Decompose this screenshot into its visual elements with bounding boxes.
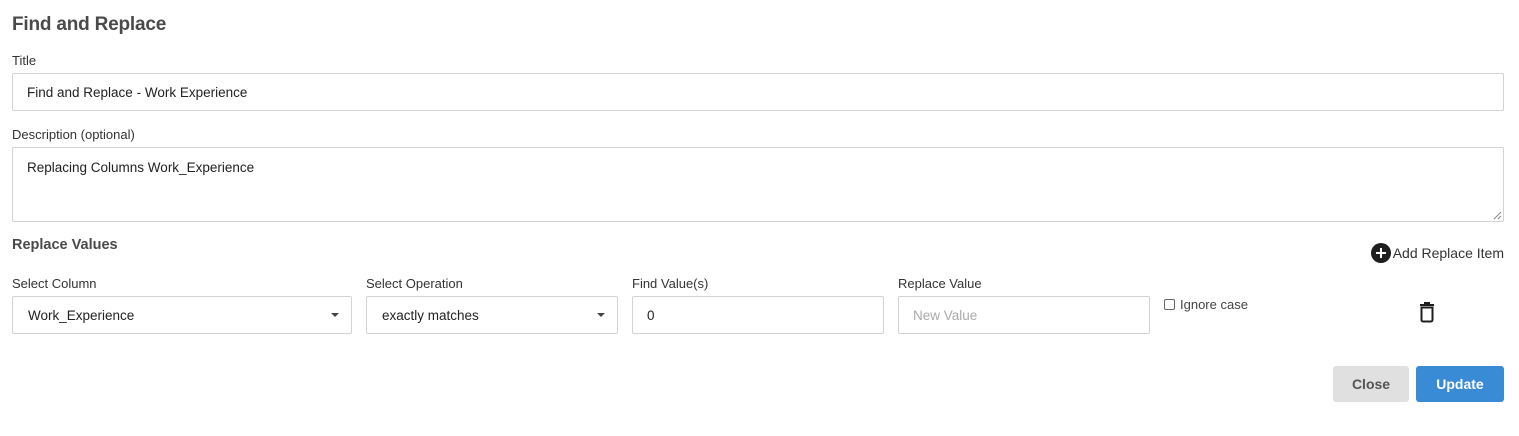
ignore-case-checkbox[interactable] <box>1164 299 1175 310</box>
find-values-value: 0 <box>647 307 655 323</box>
replace-value-input[interactable]: New Value <box>898 296 1150 334</box>
title-input-value: Find and Replace - Work Experience <box>27 84 248 100</box>
select-operation-dropdown[interactable]: exactly matches <box>366 296 618 334</box>
replace-value-placeholder: New Value <box>913 307 978 323</box>
select-operation-value: exactly matches <box>382 307 479 323</box>
select-operation-label: Select Operation <box>366 276 463 291</box>
trash-icon[interactable] <box>1416 301 1438 323</box>
caret-down-icon <box>597 313 605 317</box>
select-column-dropdown[interactable]: Work_Experience <box>12 296 352 334</box>
description-label: Description (optional) <box>12 127 135 142</box>
description-textarea-value: Replacing Columns Work_Experience <box>27 160 255 175</box>
description-textarea[interactable]: Replacing Columns Work_Experience <box>12 147 1504 222</box>
add-replace-item-button[interactable]: Add Replace Item <box>1370 243 1504 263</box>
title-label: Title <box>12 53 37 68</box>
plus-circle-icon <box>1370 243 1391 263</box>
replace-value-label: Replace Value <box>898 276 982 291</box>
ignore-case-option[interactable]: Ignore case <box>1164 297 1248 312</box>
select-column-value: Work_Experience <box>28 307 135 323</box>
select-column-label: Select Column <box>12 276 97 291</box>
find-values-label: Find Value(s) <box>632 276 709 291</box>
update-button[interactable]: Update <box>1416 366 1504 402</box>
caret-down-icon <box>331 313 339 317</box>
close-button[interactable]: Close <box>1333 366 1409 402</box>
dialog-title: Find and Replace <box>12 14 167 35</box>
resize-grip-icon[interactable] <box>1493 211 1502 220</box>
title-input[interactable]: Find and Replace - Work Experience <box>12 73 1504 111</box>
find-values-input[interactable]: 0 <box>632 296 884 334</box>
ignore-case-label: Ignore case <box>1180 297 1248 312</box>
replace-values-heading: Replace Values <box>12 237 118 253</box>
add-replace-item-label: Add Replace Item <box>1392 245 1504 261</box>
